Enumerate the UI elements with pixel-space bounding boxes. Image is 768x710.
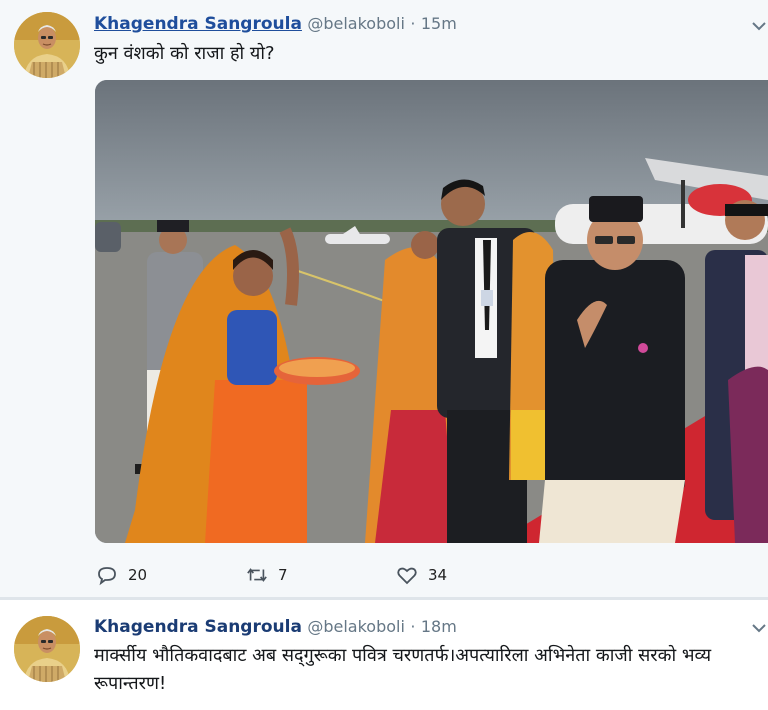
tweet-text: मार्क्सीय भौतिकवादबाट अब सद्‌गुरूका पवित… <box>94 645 712 694</box>
avatar-image <box>14 12 80 78</box>
tweet-text: कुन वंशको को राजा हो यो? <box>94 43 275 64</box>
avatar[interactable] <box>14 12 80 78</box>
author-name[interactable]: Khagendra Sangroula <box>94 14 302 34</box>
tweet[interactable]: Khagendra Sangroula @belakoboli · 15m कु… <box>0 0 768 598</box>
retweet-count: 7 <box>278 566 288 584</box>
chevron-down-icon[interactable] <box>752 618 766 637</box>
author-name[interactable]: Khagendra Sangroula <box>94 617 302 637</box>
like-button[interactable]: 34 <box>396 564 447 586</box>
author-handle[interactable]: @belakoboli <box>307 617 405 636</box>
separator: · <box>410 14 416 33</box>
like-count: 34 <box>428 566 448 584</box>
timestamp[interactable]: 18m <box>421 617 457 636</box>
reply-button[interactable]: 20 <box>96 564 206 586</box>
reply-icon <box>96 564 118 586</box>
timeline: Khagendra Sangroula @belakoboli · 15m कु… <box>0 0 768 710</box>
timestamp[interactable]: 15m <box>421 14 457 33</box>
retweet-button[interactable]: 7 <box>246 564 356 586</box>
tweet-photo[interactable] <box>95 80 768 543</box>
avatar[interactable] <box>14 616 80 682</box>
author-handle[interactable]: @belakoboli <box>307 14 405 33</box>
avatar-image <box>14 616 80 682</box>
heart-icon <box>396 564 418 586</box>
tweet-header: Khagendra Sangroula @belakoboli · 18m <box>94 616 457 638</box>
reply-count: 20 <box>128 566 148 584</box>
photo-welcome-ceremony <box>95 80 768 543</box>
tweet[interactable]: Khagendra Sangroula @belakoboli · 18m मा… <box>0 600 768 710</box>
retweet-icon <box>246 564 268 586</box>
tweet-actions: 20 7 34 <box>96 563 487 587</box>
separator: · <box>410 617 416 636</box>
tweet-header: Khagendra Sangroula @belakoboli · 15m <box>94 13 457 35</box>
chevron-down-icon[interactable] <box>752 16 766 35</box>
